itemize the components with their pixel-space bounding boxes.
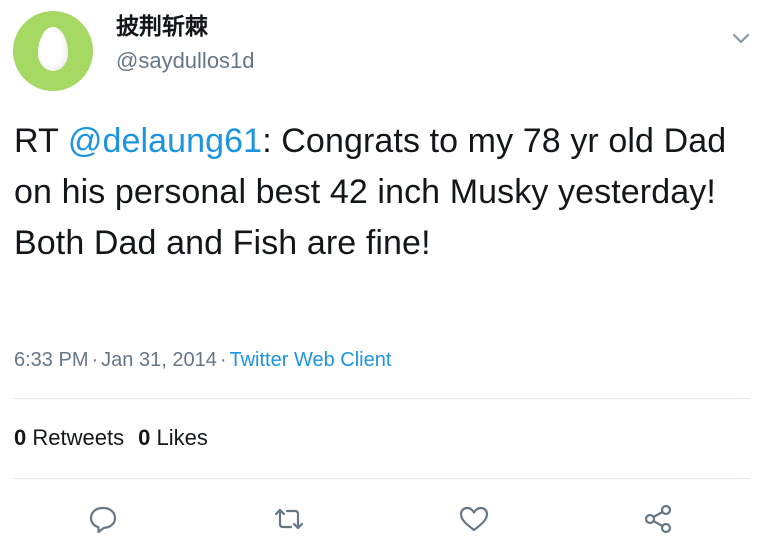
meta-separator: · [219,349,227,371]
likes-stat[interactable]: 0 Likes [138,425,208,450]
retweets-stat[interactable]: 0 Retweets [14,425,124,450]
avatar[interactable] [13,11,93,91]
tweet-card: 披荆斩棘 @saydullos1d RT @delaung61: Congrat… [0,0,761,554]
tweet-meta: 6:33 PM · Jan 31, 2014 · Twitter Web Client [14,345,391,375]
mention-link[interactable]: @delaung61 [68,122,262,160]
tweet-time[interactable]: 6:33 PM [14,349,88,371]
reply-icon[interactable] [86,502,120,536]
likes-label: Likes [156,425,208,450]
chevron-down-icon[interactable] [728,28,754,50]
egg-avatar-icon [38,27,68,71]
share-icon[interactable] [641,502,675,536]
retweet-icon[interactable] [272,502,306,536]
user-handle[interactable]: @saydullos1d [116,47,255,75]
divider [14,478,750,479]
meta-separator: · [91,349,99,371]
tweet-stats: 0 Retweets 0 Likes [14,423,208,453]
retweets-label: Retweets [32,425,125,450]
like-icon[interactable] [457,502,491,536]
retweets-count: 0 [14,425,27,450]
client-link[interactable]: Twitter Web Client [229,349,391,371]
retweet-prefix: RT [14,122,68,160]
display-name[interactable]: 披荆斩棘 [116,12,208,40]
likes-count: 0 [138,425,151,450]
tweet-text: RT @delaung61: Congrats to my 78 yr old … [14,116,749,269]
divider [14,398,750,399]
tweet-date[interactable]: Jan 31, 2014 [101,349,217,371]
